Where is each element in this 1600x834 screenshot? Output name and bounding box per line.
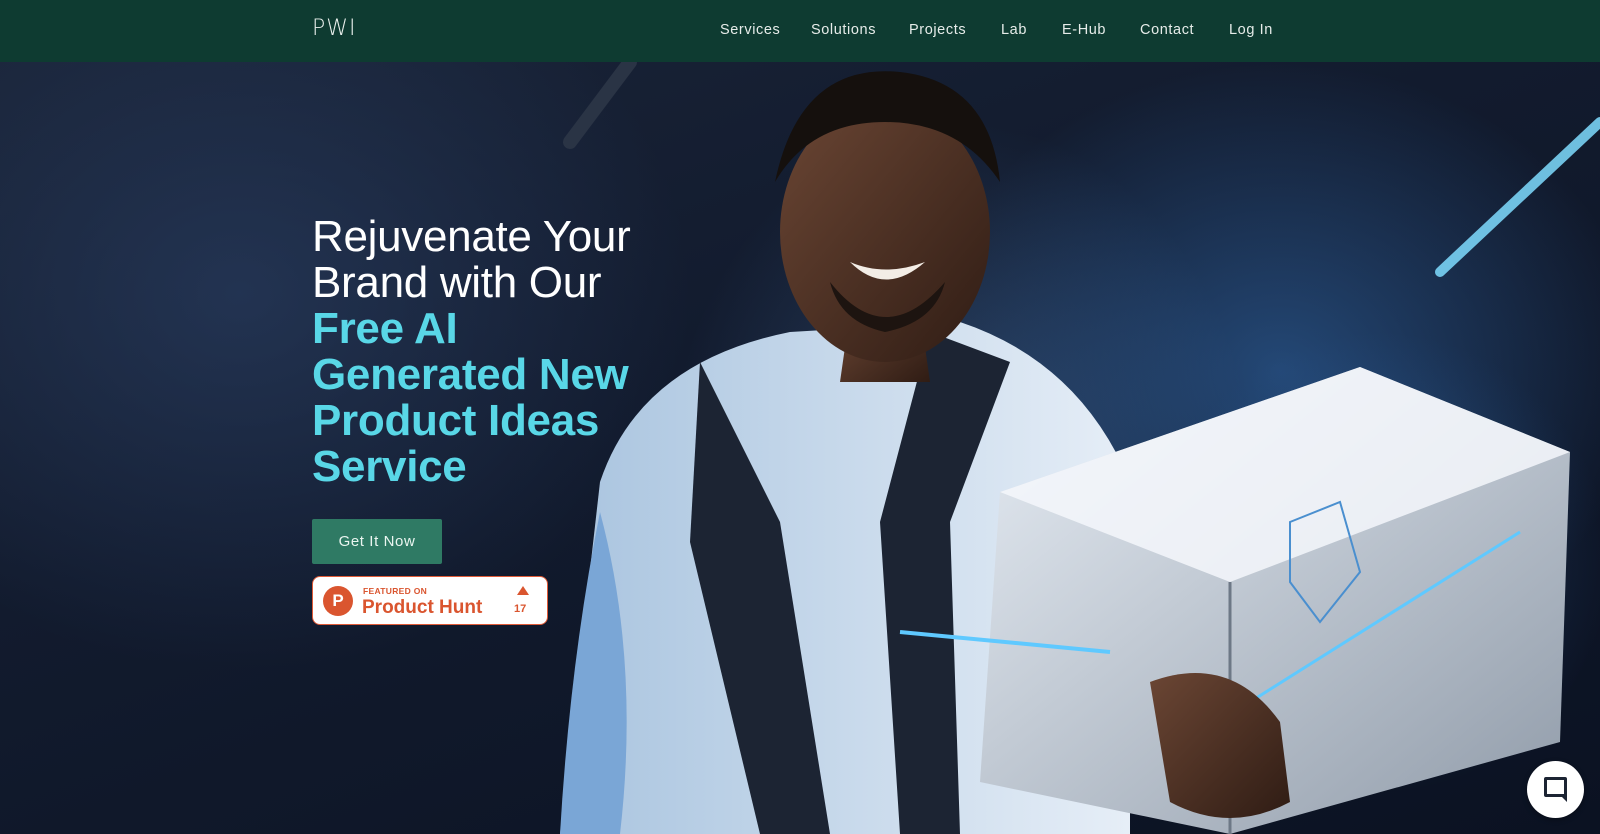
product-hunt-badge[interactable]: P FEATURED ON Product Hunt 17 (312, 576, 548, 625)
hero-section: Rejuvenate Your Brand with Our Free AI G… (0, 62, 1600, 834)
nav-item-services[interactable]: Services (720, 22, 780, 38)
headline-line-2: Brand with Our (312, 258, 602, 307)
product-hunt-name: Product Hunt (362, 597, 483, 618)
nav-item-contact[interactable]: Contact (1140, 22, 1194, 38)
headline-accent-1: Free AI (312, 304, 458, 353)
chat-bubble-icon (1544, 777, 1567, 802)
nav-item-lab[interactable]: Lab (1001, 22, 1027, 38)
nav-item-log-in[interactable]: Log In (1229, 22, 1273, 38)
upvote-count: 17 (514, 603, 527, 615)
nav-item-e-hub[interactable]: E-Hub (1062, 22, 1106, 38)
hero-headline: Rejuvenate Your Brand with Our Free AI G… (312, 214, 692, 490)
top-navigation-bar: PWI Services Solutions Projects Lab E-Hu… (0, 0, 1600, 62)
main-nav: Services Solutions Projects Lab E-Hub Co… (0, 0, 1600, 62)
upvote-arrow-icon (517, 586, 529, 595)
nav-item-projects[interactable]: Projects (909, 22, 966, 38)
product-hunt-logo-icon: P (323, 586, 353, 616)
headline-accent-4: Service (312, 442, 467, 491)
chat-widget-button[interactable] (1527, 761, 1584, 818)
nav-item-solutions[interactable]: Solutions (811, 22, 876, 38)
headline-line-1: Rejuvenate Your (312, 212, 631, 261)
headline-accent-2: Generated New (312, 350, 629, 399)
get-it-now-button[interactable]: Get It Now (312, 519, 442, 564)
headline-accent-3: Product Ideas (312, 396, 600, 445)
hero-illustration (560, 62, 1600, 834)
product-hunt-featured-label: FEATURED ON (363, 586, 428, 596)
